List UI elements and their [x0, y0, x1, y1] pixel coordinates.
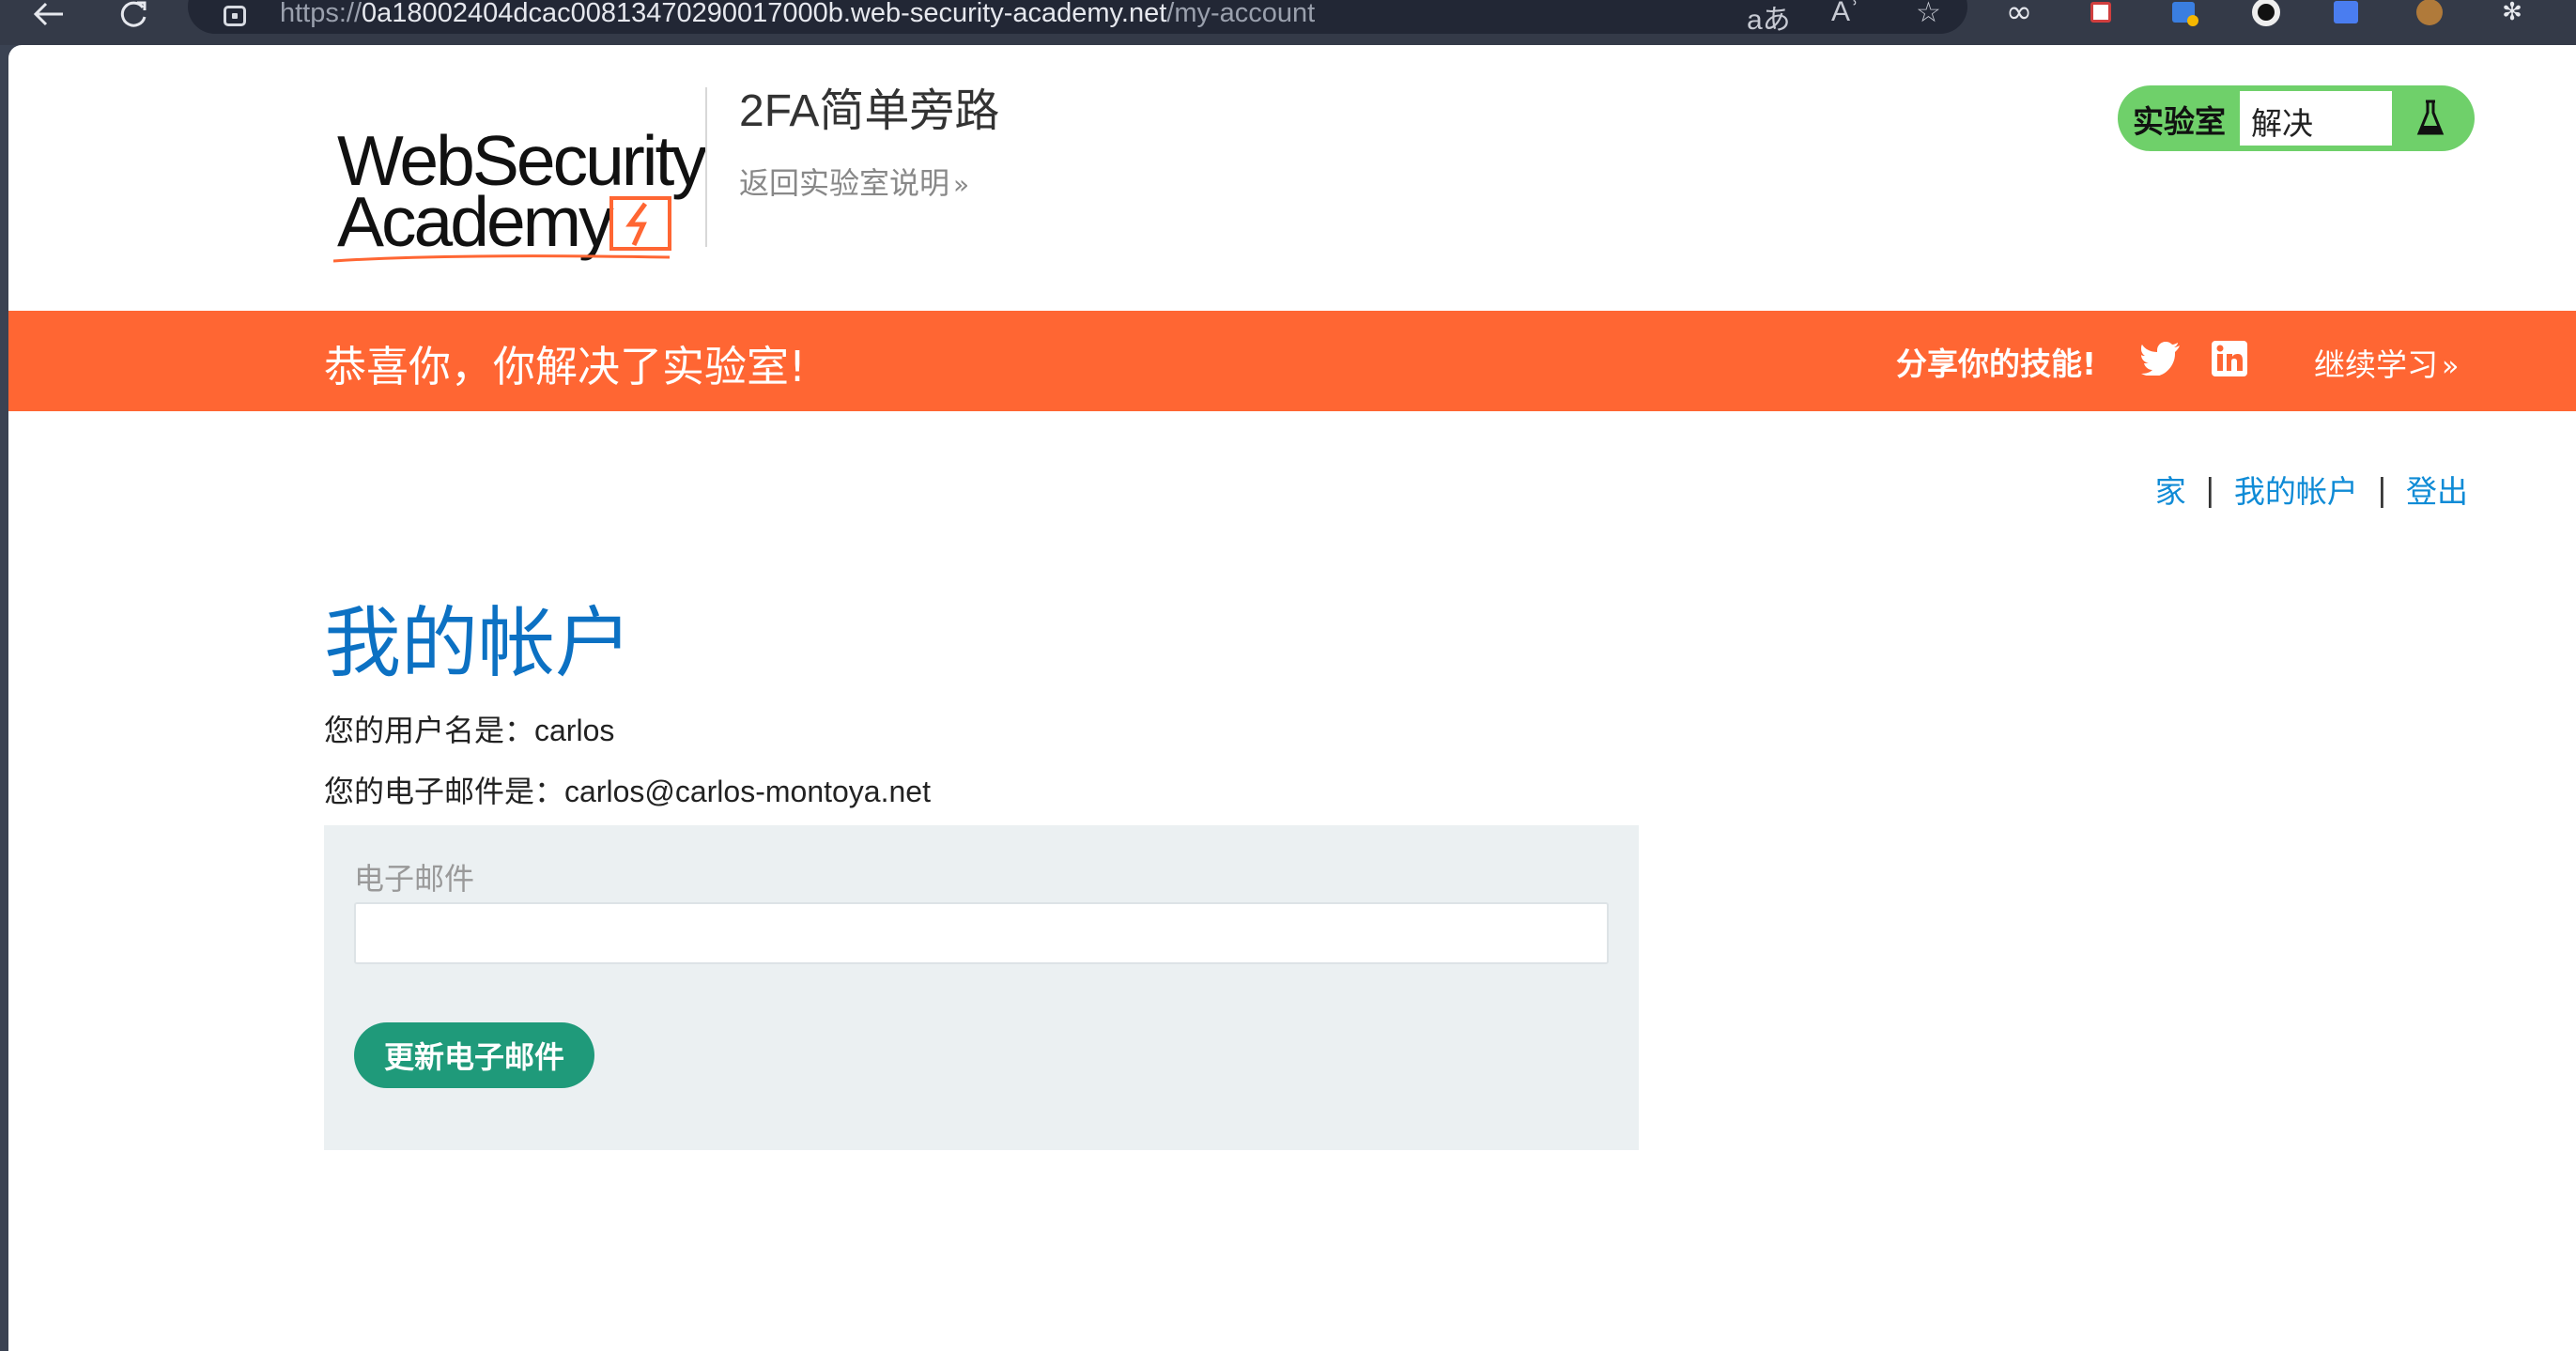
url-path: /my-account — [1166, 0, 1316, 28]
update-email-button[interactable]: 更新电子邮件 — [354, 1022, 594, 1088]
double-chevron-icon: » — [2442, 350, 2460, 383]
url-host: 0a18002404dcac00813470290017000b.web-sec… — [362, 0, 1167, 28]
extensions-puzzle-icon[interactable]: ✻ — [2498, 0, 2526, 26]
lab-status-label: 实验室 — [2133, 103, 2226, 140]
username-info: 您的用户名是：carlos — [324, 714, 615, 747]
web-security-academy-logo[interactable]: WebSecurity Academy — [326, 83, 711, 270]
flask-icon — [2398, 95, 2463, 142]
logo-underline-icon — [333, 254, 671, 263]
back-arrow-icon[interactable] — [28, 0, 69, 28]
email-field-label: 电子邮件 — [354, 861, 475, 897]
lab-header: WebSecurity Academy 2FA简单旁路 返回实验室说明» 实验室… — [8, 45, 2576, 311]
twitter-icon[interactable] — [2141, 342, 2181, 379]
lab-status-value: 解决 — [2238, 89, 2394, 147]
nav-separator: | — [2204, 470, 2215, 508]
lab-status-widget: 实验室 解决 — [2118, 85, 2475, 151]
back-link-label: 返回实验室说明 — [739, 165, 950, 201]
site-info-icon[interactable] — [224, 6, 246, 26]
solved-message: 恭喜你，你解决了实验室! — [324, 342, 807, 391]
infinity-extension-icon[interactable]: ∞ — [2005, 0, 2033, 31]
linkedin-icon[interactable] — [2212, 341, 2247, 380]
continue-learning-label: 继续学习 — [2314, 346, 2438, 383]
email-info: 您的电子邮件是：carlos@carlos-montoya.net — [324, 775, 931, 808]
url-scheme: https:// — [280, 0, 362, 28]
lab-solved-banner: 恭喜你，你解决了实验室! 分享你的技能! 继续学习» — [8, 311, 2576, 411]
blue-extension-icon[interactable] — [2169, 0, 2198, 26]
circle-extension-icon[interactable] — [2252, 0, 2280, 26]
email-field[interactable] — [354, 902, 1609, 964]
logo-text-line2: Academy — [337, 182, 614, 261]
reload-icon[interactable] — [113, 0, 154, 28]
page-title: 我的帐户 — [324, 599, 633, 688]
logo-lightning-icon — [609, 196, 671, 251]
cookie-extension-icon[interactable] — [2415, 0, 2444, 25]
share-skills-label: 分享你的技能! — [1896, 345, 2097, 382]
header-divider — [705, 87, 707, 247]
google-translate-extension-icon[interactable] — [2332, 0, 2360, 24]
browser-toolbar: https://0a18002404dcac00813470290017000b… — [0, 0, 2576, 45]
red-extension-icon[interactable] — [2087, 0, 2115, 24]
nav-my-account-link[interactable]: 我的帐户 — [2234, 467, 2358, 512]
page-content: WebSecurity Academy 2FA简单旁路 返回实验室说明» 实验室… — [8, 45, 2576, 1351]
continue-learning-link[interactable]: 继续学习» — [2314, 340, 2459, 385]
nav-logout-link[interactable]: 登出 — [2406, 467, 2468, 512]
url-text[interactable]: https://0a18002404dcac00813470290017000b… — [280, 0, 1315, 29]
translate-icon[interactable]: aあ — [1747, 0, 1791, 38]
lab-title: 2FA简单旁路 — [739, 86, 1000, 136]
nav-separator: | — [2376, 470, 2387, 508]
change-email-form: 电子邮件 更新电子邮件 — [324, 825, 1639, 1150]
back-to-lab-description-link[interactable]: 返回实验室说明» — [739, 160, 969, 203]
read-aloud-icon[interactable]: Aʾ — [1831, 0, 1859, 28]
address-bar[interactable]: https://0a18002404dcac00813470290017000b… — [188, 0, 1967, 36]
nav-home-link[interactable]: 家 — [2155, 467, 2186, 512]
double-chevron-icon: » — [953, 169, 970, 200]
account-nav: 家 | 我的帐户 | 登出 — [2155, 467, 2468, 512]
favorite-star-icon[interactable]: ☆ — [1916, 0, 1941, 29]
